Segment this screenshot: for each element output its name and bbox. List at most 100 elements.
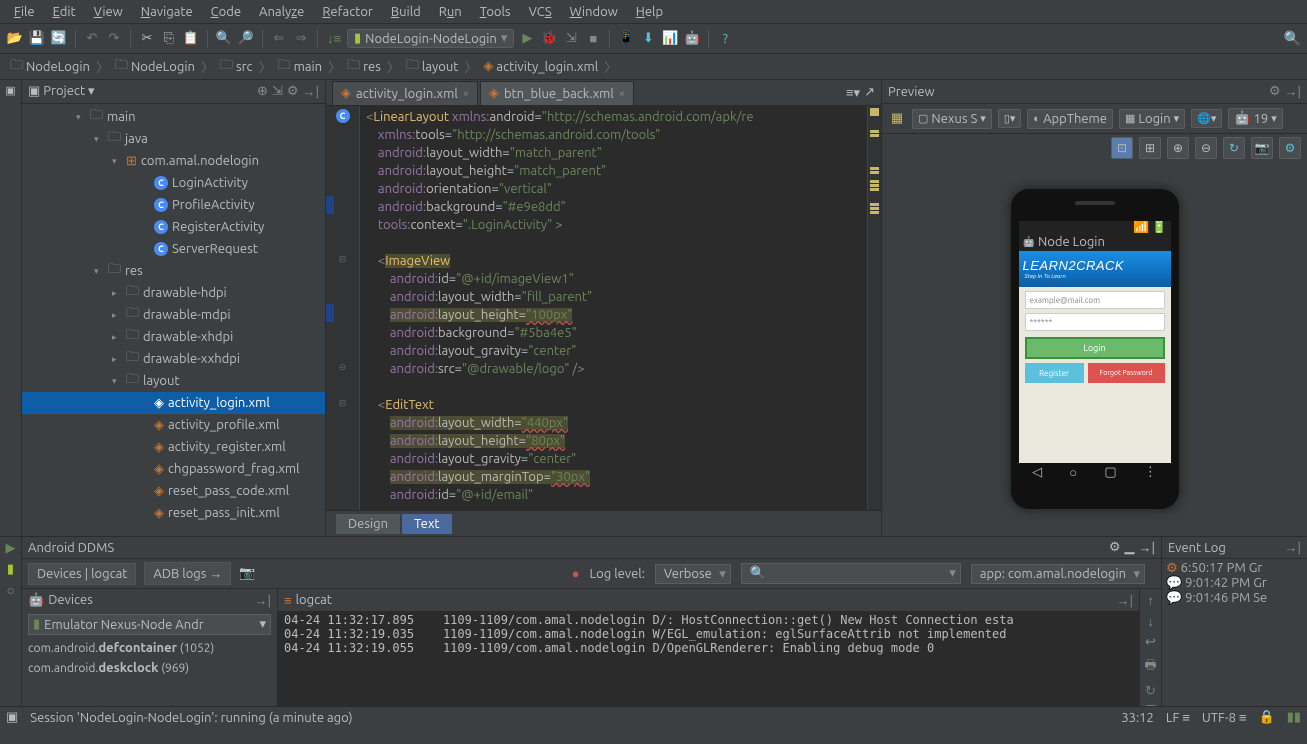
process-row[interactable]: com.android.defcontainer (1052): [22, 638, 277, 658]
android-tool-icon[interactable]: ▮: [7, 562, 14, 577]
tree-item[interactable]: ▾🗀res: [22, 260, 325, 282]
menu-help[interactable]: Help: [628, 3, 671, 21]
menu-file[interactable]: File: [6, 3, 43, 21]
tree-item[interactable]: ▾🗀main: [22, 106, 325, 128]
attach-icon[interactable]: ⇲: [562, 30, 580, 48]
tree-item[interactable]: ◈reset_pass_code.xml: [22, 480, 325, 502]
project-tree[interactable]: ▾🗀main▾🗀java▾⊞com.amal.nodeloginCLoginAc…: [22, 104, 325, 536]
menu-refactor[interactable]: Refactor: [314, 3, 381, 21]
api-combo[interactable]: 🤖19▾: [1228, 108, 1282, 129]
menu-view[interactable]: View: [86, 3, 131, 21]
back-icon[interactable]: ⇐: [270, 30, 288, 48]
devices-logcat-tab[interactable]: Devices | logcat: [28, 563, 136, 585]
redo-icon[interactable]: ↷: [105, 30, 123, 48]
search-input[interactable]: 🔍: [741, 563, 961, 584]
device-combo[interactable]: ▢ Nexus S ▾: [912, 109, 992, 129]
settings-icon[interactable]: ⚙: [1279, 137, 1301, 159]
find-icon[interactable]: 🔍: [215, 30, 233, 48]
hide-icon[interactable]: →|: [1285, 84, 1302, 99]
tree-item[interactable]: ▾⊞com.amal.nodelogin: [22, 150, 325, 172]
hide-icon[interactable]: →|: [303, 84, 320, 99]
breadcrumb-item[interactable]: ◈activity_login.xml: [479, 58, 602, 75]
menu-code[interactable]: Code: [203, 3, 249, 21]
zoom-fit-icon[interactable]: ⊡: [1111, 137, 1133, 159]
gear-icon[interactable]: ⚙: [1269, 84, 1281, 99]
editor-tab[interactable]: ◈activity_login.xml×: [332, 81, 478, 105]
loglevel-combo[interactable]: Verbose: [655, 564, 731, 584]
make-icon[interactable]: ↓≡: [325, 30, 343, 48]
preview-screen[interactable]: 📶🔋 🤖Node Login LEARN2CRACK Step In To Le…: [1019, 221, 1171, 481]
sync-icon[interactable]: 🔄: [50, 30, 68, 48]
adb-logs-tab[interactable]: ADB logs →: [144, 562, 231, 585]
breadcrumb-item[interactable]: 🗀res: [343, 55, 385, 79]
insert-mode-icon[interactable]: 🔒: [1259, 710, 1275, 725]
tree-item[interactable]: CLoginActivity: [22, 172, 325, 194]
save-icon[interactable]: 💾: [28, 30, 46, 48]
tab-popout-icon[interactable]: ↗: [864, 85, 875, 101]
text-tab[interactable]: Text: [402, 514, 451, 534]
restart-icon[interactable]: ↻: [1145, 684, 1156, 699]
event-log-line[interactable]: 💬 9:01:42 PM Gr: [1166, 576, 1303, 591]
tree-item[interactable]: ▾🗀java: [22, 128, 325, 150]
copy-icon[interactable]: ⎘: [160, 30, 178, 48]
breadcrumb-item[interactable]: 🗀NodeLogin: [111, 55, 199, 79]
menu-window[interactable]: Window: [562, 3, 626, 21]
scroll-up-icon[interactable]: ↑: [1147, 593, 1154, 608]
process-row[interactable]: com.android.deskclock (969): [22, 658, 277, 678]
soft-wrap-icon[interactable]: ↩: [1145, 635, 1156, 650]
run-config-combo[interactable]: ▮ NodeLogin-NodeLogin ▾: [347, 29, 514, 48]
logcat-output[interactable]: 04-24 11:32:17.895 1109-1109/com.amal.no…: [278, 611, 1139, 706]
undo-icon[interactable]: ↶: [83, 30, 101, 48]
tree-item[interactable]: ▸🗀drawable-hdpi: [22, 282, 325, 304]
tree-item[interactable]: ▸🗀drawable-mdpi: [22, 304, 325, 326]
zoom-in-icon[interactable]: ⊕: [1167, 137, 1189, 159]
zoom-out-icon[interactable]: ⊖: [1195, 137, 1217, 159]
tree-item[interactable]: CServerRequest: [22, 238, 325, 260]
refresh-icon[interactable]: ↻: [1223, 137, 1245, 159]
record-icon[interactable]: ●: [572, 566, 580, 581]
open-icon[interactable]: 📂: [6, 30, 24, 48]
hide-icon[interactable]: →|: [1139, 540, 1156, 555]
emulator-combo[interactable]: ▮Emulator Nexus-Node Andr▾: [28, 614, 271, 635]
scroll-down-icon[interactable]: ↓: [1147, 614, 1154, 629]
project-view-combo[interactable]: ▣ Project ▾: [28, 84, 95, 99]
gear-icon[interactable]: ⚙: [1109, 540, 1121, 555]
orientation-combo[interactable]: ▯▾: [998, 109, 1022, 128]
tree-item[interactable]: ▾🗀layout: [22, 370, 325, 392]
project-tool-button[interactable]: ▣: [5, 84, 15, 97]
line-separator[interactable]: LF ≡: [1166, 710, 1190, 725]
tree-item[interactable]: CRegisterActivity: [22, 216, 325, 238]
sdk-icon[interactable]: ⬇: [639, 30, 657, 48]
menu-build[interactable]: Build: [383, 3, 429, 21]
memory-indicator[interactable]: ▮▮: [1287, 710, 1301, 725]
tab-list-icon[interactable]: ≡▾: [846, 85, 860, 101]
run-tool-icon[interactable]: ▶: [6, 541, 16, 556]
breadcrumb-item[interactable]: 🗀layout: [402, 55, 463, 79]
close-icon[interactable]: ×: [619, 88, 625, 100]
tree-item[interactable]: ◈activity_register.xml: [22, 436, 325, 458]
minimize-icon[interactable]: ▁: [1125, 540, 1135, 555]
menu-edit[interactable]: Edit: [45, 3, 84, 21]
screenshot-icon[interactable]: 📷: [239, 566, 255, 581]
event-log-line[interactable]: ⚙ 6:50:17 PM Gr: [1166, 561, 1303, 576]
help-icon[interactable]: ?: [716, 30, 734, 48]
tree-item[interactable]: ◈activity_login.xml: [22, 392, 325, 414]
tree-item[interactable]: ◈chgpassword_frag.xml: [22, 458, 325, 480]
breadcrumb-item[interactable]: 🗀NodeLogin: [6, 55, 94, 79]
tree-item[interactable]: ▸🗀drawable-xxhdpi: [22, 348, 325, 370]
zoom-actual-icon[interactable]: ⊞: [1139, 137, 1161, 159]
scroll-from-source-icon[interactable]: ⊕: [257, 84, 268, 99]
print-icon[interactable]: 🖶: [1144, 656, 1156, 678]
replace-icon[interactable]: 🔎: [237, 30, 255, 48]
stop-icon[interactable]: ■: [584, 30, 602, 48]
locale-combo[interactable]: 🌐▾: [1191, 109, 1222, 128]
event-log-line[interactable]: 💬 9:01:46 PM Se: [1166, 591, 1303, 606]
tree-item[interactable]: ▸🗀drawable-xhdpi: [22, 326, 325, 348]
design-tab[interactable]: Design: [336, 514, 400, 534]
cut-icon[interactable]: ✂: [138, 30, 156, 48]
android-robot-icon[interactable]: 🤖: [683, 30, 701, 48]
close-icon[interactable]: ×: [463, 88, 469, 100]
theme-combo[interactable]: ◐AppTheme: [1027, 109, 1113, 129]
tree-item[interactable]: ◈reset_pass_init.xml: [22, 502, 325, 524]
paste-icon[interactable]: 📋: [182, 30, 200, 48]
